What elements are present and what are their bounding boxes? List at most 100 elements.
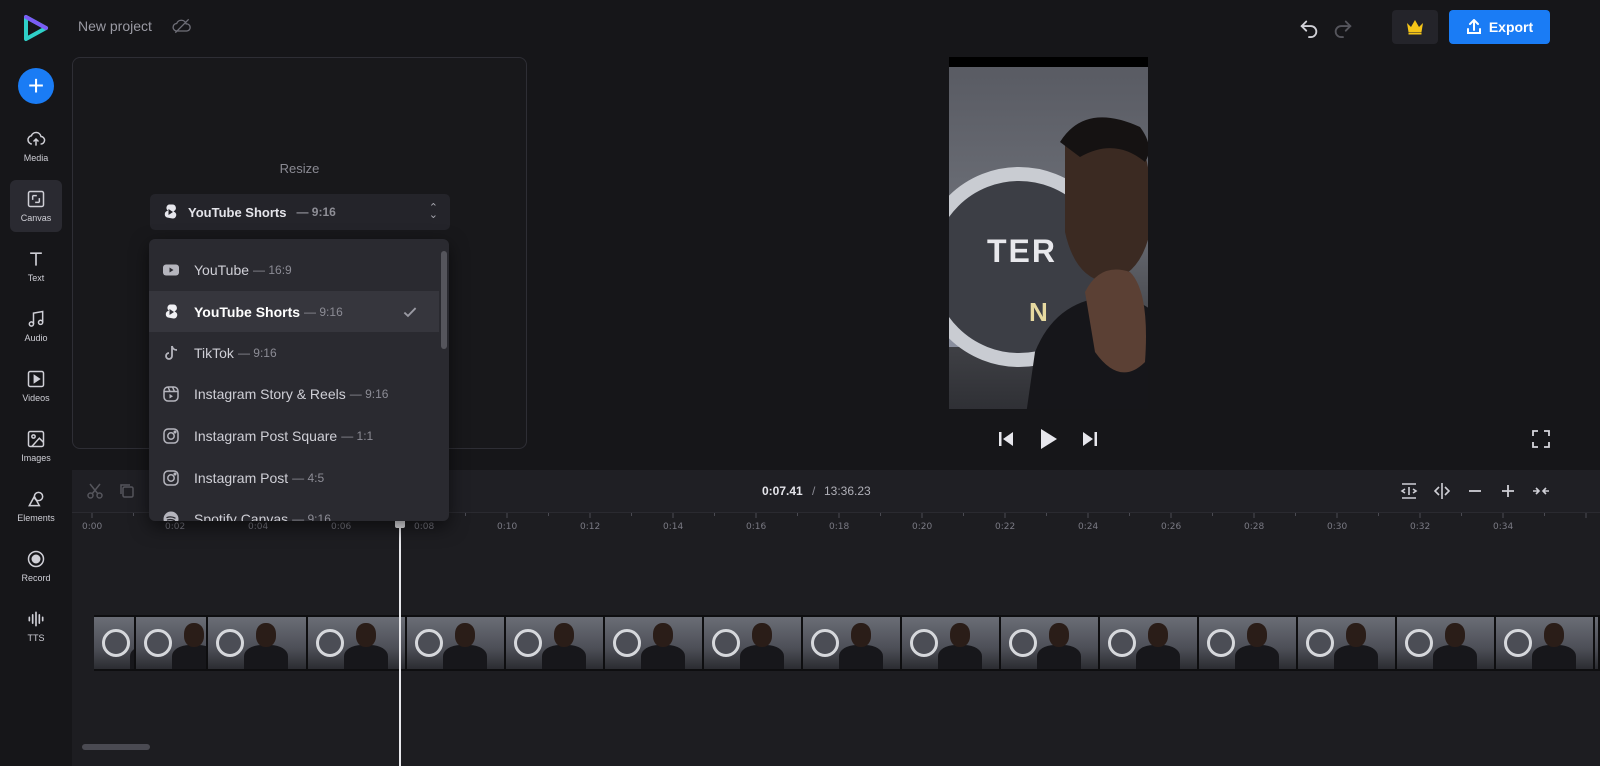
tick-label: 0:10 [497, 522, 518, 532]
undo-icon[interactable] [1298, 16, 1320, 38]
rail-item-record[interactable]: Record [10, 540, 62, 592]
tick-label: 0:24 [1078, 522, 1099, 532]
tick-label: 0:18 [829, 522, 850, 532]
checkmark-icon [403, 307, 417, 318]
skip-forward-icon[interactable] [1080, 429, 1100, 449]
canvas-size-dropdown: YouTube — 16:9 YouTube Shorts — 9:16 Tik… [149, 239, 449, 521]
video-thumbnail [1199, 617, 1296, 669]
thumbnail-person-head [653, 623, 673, 647]
zoom-in-icon[interactable] [1499, 482, 1517, 500]
canvas-size-select[interactable]: YouTube Shorts — 9:16 ⌃ ⌄ [150, 194, 450, 230]
tick-label: 0:04 [248, 522, 269, 532]
youtube-shorts-icon [164, 204, 177, 219]
rail-label: Text [27, 273, 45, 283]
playback-controls [996, 427, 1100, 451]
collapse-icon[interactable] [1532, 482, 1550, 500]
preview-person [1026, 117, 1148, 409]
rail-label: Videos [22, 393, 50, 403]
size-option-youtube-shorts[interactable]: YouTube Shorts — 9:16 [149, 291, 439, 332]
skip-back-icon[interactable] [996, 429, 1016, 449]
video-thumbnail [1001, 617, 1098, 669]
thumbnail-person-head [455, 623, 475, 647]
rail-label: Elements [17, 513, 55, 523]
size-option-instagram-story-reels[interactable]: Instagram Story & Reels — 9:16 [149, 373, 439, 414]
thumbnail-logo [1009, 629, 1037, 657]
thumbnail-person-head [752, 623, 772, 647]
redo-icon[interactable] [1332, 16, 1354, 38]
split-icon[interactable] [1433, 482, 1451, 500]
size-option-spotify-canvas[interactable]: Spotify Canvas — 9:16 [149, 498, 439, 521]
thumbnail-person-body [542, 645, 586, 669]
rail-item-audio[interactable]: Audio [10, 300, 62, 352]
thumbnail-person-body [130, 645, 134, 669]
tick-label: 0:30 [1327, 522, 1348, 532]
instagram-reels-icon [163, 385, 179, 402]
add-button[interactable]: + [18, 68, 54, 104]
fit-timeline-icon[interactable] [1400, 482, 1418, 500]
rail-label: Record [21, 573, 51, 583]
video-track[interactable] [94, 615, 1600, 671]
thumbnail-person-head [950, 623, 970, 647]
video-preview[interactable]: TER N [949, 57, 1148, 409]
thumbnail-person-body [839, 645, 883, 669]
fullscreen-icon[interactable] [1531, 429, 1551, 449]
tick-label: 0:16 [746, 522, 767, 532]
timeline-scrollbar[interactable] [82, 744, 150, 750]
rail-item-text[interactable]: Text [10, 240, 62, 292]
export-button[interactable]: Export [1449, 10, 1550, 44]
cloud-upload-icon [27, 131, 46, 146]
thumbnail-person-body [1136, 645, 1180, 669]
thumbnail-logo [1405, 629, 1433, 657]
spotify-icon [163, 511, 179, 521]
waveform-icon [28, 611, 44, 627]
left-rail: + Media Canvas Text Audio Videos Images … [0, 0, 72, 766]
thumbnail-logo [712, 629, 740, 657]
thumbnail-person-body [1037, 645, 1081, 669]
tick-label: 0:00 [82, 522, 103, 532]
size-option-instagram-post[interactable]: Instagram Post — 4:5 [149, 457, 439, 498]
thumbnail-person-body [641, 645, 685, 669]
rail-item-tts[interactable]: TTS [10, 600, 62, 652]
size-option-tiktok[interactable]: TikTok — 9:16 [149, 332, 439, 373]
thumbnail-person-head [554, 623, 574, 647]
scissors-icon[interactable] [86, 482, 104, 500]
thumbnail-person-body [1433, 645, 1477, 669]
rail-item-canvas[interactable]: Canvas [10, 180, 62, 232]
thumbnail-person-body [1235, 645, 1279, 669]
export-label: Export [1488, 19, 1534, 35]
selected-size-label: YouTube Shorts [188, 204, 287, 220]
tick-label: 0:14 [663, 522, 684, 532]
duplicate-icon[interactable] [118, 482, 136, 500]
dropdown-scrollbar[interactable] [441, 251, 447, 349]
thumbnail-person-body [344, 645, 388, 669]
thumbnail-person-head [184, 623, 204, 647]
video-thumbnail [308, 617, 405, 669]
thumbnail-logo [415, 629, 443, 657]
thumbnail-logo [514, 629, 542, 657]
selected-size-ratio: — 9:16 [296, 205, 336, 219]
thumbnail-person-body [1334, 645, 1378, 669]
rail-item-media[interactable]: Media [10, 120, 62, 172]
shapes-icon [28, 491, 44, 507]
premium-button[interactable] [1392, 10, 1438, 44]
upload-icon [1466, 19, 1481, 34]
playhead[interactable] [398, 520, 401, 766]
tick-label: 0:34 [1493, 522, 1514, 532]
zoom-out-icon[interactable] [1466, 482, 1484, 500]
thumbnail-person-head [1049, 623, 1069, 647]
rail-item-elements[interactable]: Elements [10, 480, 62, 532]
thumbnail-logo [910, 629, 938, 657]
thumbnail-person-head [1445, 623, 1465, 647]
canvas-resize-icon [27, 190, 45, 208]
rail-item-images[interactable]: Images [10, 420, 62, 472]
size-option-youtube[interactable]: YouTube — 16:9 [149, 249, 439, 290]
app-logo-icon[interactable] [22, 14, 50, 42]
video-thumbnail [1100, 617, 1197, 669]
project-name[interactable]: New project [78, 18, 152, 34]
tick-label: 0:26 [1161, 522, 1182, 532]
thumbnail-person-head [1148, 623, 1168, 647]
rail-item-videos[interactable]: Videos [10, 360, 62, 412]
play-icon[interactable] [1037, 427, 1059, 451]
thumbnail-logo [316, 629, 344, 657]
size-option-instagram-post-square[interactable]: Instagram Post Square — 1:1 [149, 415, 439, 456]
